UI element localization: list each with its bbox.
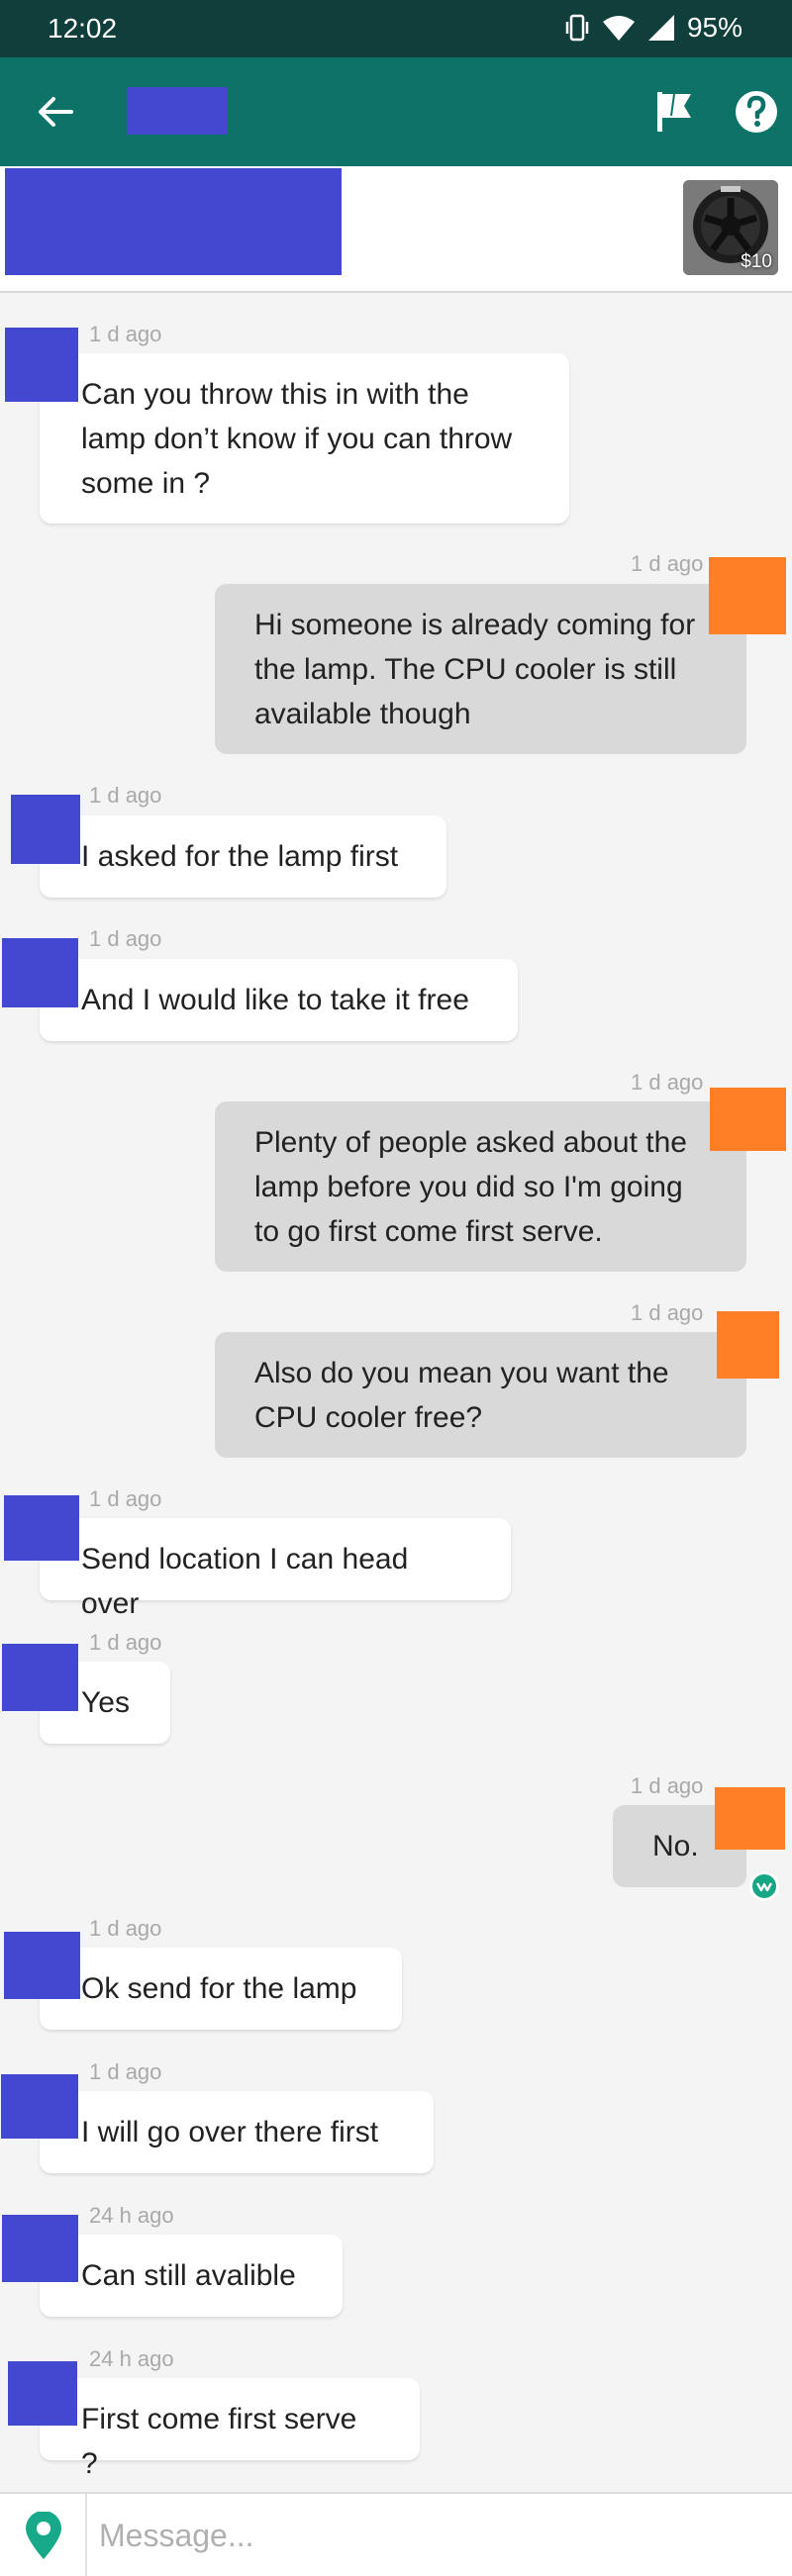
my-avatar-redacted [710,1088,786,1151]
contact-name-redacted [127,87,228,135]
message-timestamp: 24 h ago [89,2203,174,2228]
message-input[interactable] [99,2506,772,2565]
message-timestamp: 1 d ago [631,1300,704,1325]
message-timestamp: 24 h ago [89,2346,174,2371]
signal-icon [647,15,674,41]
flag-icon[interactable] [647,84,703,140]
sender-avatar-redacted [2,2215,78,2282]
sender-avatar-redacted [4,1932,80,1999]
message-timestamp: 1 d ago [89,2059,162,2084]
vibrate-icon [565,14,589,42]
help-icon[interactable] [731,86,782,138]
read-receipt-icon [749,1871,779,1901]
wifi-icon [602,16,635,41]
listing-title-redacted [5,168,342,275]
sender-avatar-redacted [8,2361,77,2426]
listing-header[interactable]: $10 [0,166,792,293]
my-avatar-redacted [709,557,786,634]
listing-thumbnail[interactable]: $10 [683,180,778,275]
incoming-message[interactable]: Can you throw this in with the lamp don’… [40,353,569,524]
my-avatar-redacted [715,1787,785,1850]
battery-level: 95% [686,12,742,43]
message-timestamp: 1 d ago [631,1070,704,1095]
sender-avatar-redacted [2,938,78,1007]
message-timestamp: 1 d ago [89,1916,162,1941]
incoming-message[interactable]: Send location I can head over [40,1518,511,1620]
message-timestamp: 1 d ago [89,1486,162,1511]
my-avatar-redacted [717,1311,779,1379]
status-time: 12:02 [48,13,118,44]
incoming-message[interactable]: And I would like to take it free [40,959,518,1041]
message-timestamp: 1 d ago [89,926,162,951]
outgoing-message[interactable]: Plenty of people asked about the lamp be… [215,1101,746,1272]
incoming-message[interactable]: Can still avalible [40,2235,343,2317]
message-timestamp: 1 d ago [631,1773,704,1798]
listing-price: $10 [741,251,772,272]
sender-avatar-redacted [1,2074,78,2139]
message-timestamp: 1 d ago [89,1630,162,1655]
status-icons: 95% [564,12,742,44]
message-composer [0,2492,792,2576]
chat-screen: 12:02 95% $10 1 d ago Can you throw this… [0,0,792,2576]
sender-avatar-redacted [11,795,80,864]
incoming-message[interactable]: I asked for the lamp first [40,815,446,898]
back-arrow-icon[interactable] [28,84,83,140]
outgoing-message[interactable]: Hi someone is already coming for the lam… [215,584,746,754]
composer-divider [85,2494,87,2576]
sender-avatar-redacted [2,1644,78,1711]
outgoing-message[interactable]: Also do you mean you want the CPU cooler… [215,1332,746,1458]
status-bar: 12:02 95% [0,0,792,57]
incoming-message[interactable]: I will go over there first [40,2091,434,2173]
message-timestamp: 1 d ago [631,551,704,576]
incoming-message[interactable]: Ok send for the lamp [40,1948,402,2030]
sender-avatar-redacted [4,1495,79,1561]
message-timestamp: 1 d ago [89,322,162,346]
incoming-message[interactable]: First come first serve ? [40,2378,420,2480]
message-timestamp: 1 d ago [89,783,162,808]
app-bar [0,57,792,166]
location-pin-icon[interactable] [22,2512,65,2561]
sender-avatar-redacted [5,328,78,402]
